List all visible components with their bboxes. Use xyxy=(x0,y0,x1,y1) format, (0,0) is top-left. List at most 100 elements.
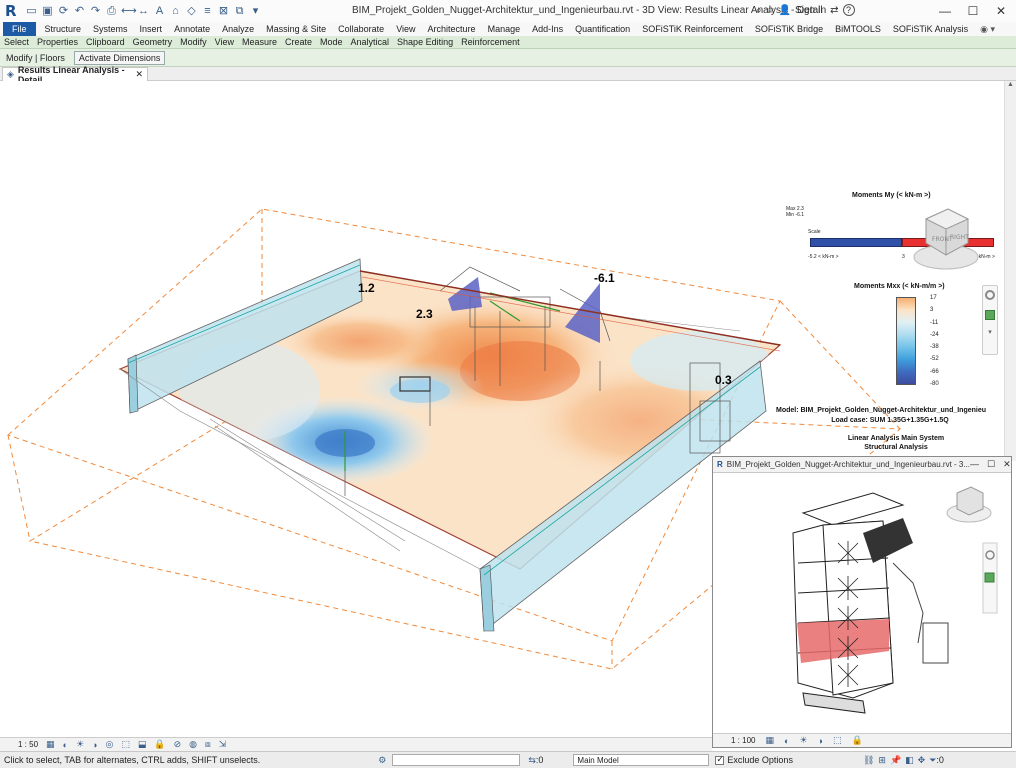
dimension-icon[interactable]: ↔ xyxy=(137,5,150,18)
tab-sofistik-bridge[interactable]: SOFiSTiK Bridge xyxy=(749,22,829,36)
ribbon-options-icon[interactable]: ◉ ▾ xyxy=(974,22,1001,36)
user-icon[interactable]: 👤 xyxy=(779,5,791,16)
view-cube[interactable]: FRONT RIGHT xyxy=(912,197,980,281)
exchange-icon[interactable]: ⇄ xyxy=(830,5,838,16)
tab-annotate[interactable]: Annotate xyxy=(168,22,216,36)
drag-elements-icon[interactable]: ✥ xyxy=(918,755,926,766)
close-tab-icon[interactable]: ✕ xyxy=(135,69,143,80)
lock-view-icon[interactable]: 🔒 xyxy=(154,739,165,750)
measure-icon[interactable]: ⟷ xyxy=(121,5,137,18)
tab-systems[interactable]: Systems xyxy=(87,22,134,36)
shadows-icon[interactable]: ◑ xyxy=(818,736,823,746)
sun-path-icon[interactable]: ☀ xyxy=(76,739,84,750)
inset-3d-view-window[interactable]: R BIM_Projekt_Golden_Nugget-Architektur_… xyxy=(712,456,1012,748)
panel-mode[interactable]: Mode xyxy=(316,36,347,49)
minimize-button[interactable]: — xyxy=(930,0,960,22)
select-underlay-icon[interactable]: ⊞ xyxy=(878,755,886,766)
editing-requests-icon[interactable]: ⇆ xyxy=(528,755,536,766)
redo-icon[interactable]: ↷ xyxy=(89,5,102,18)
highlight-displacement-icon[interactable]: ⇲ xyxy=(219,739,227,750)
reveal-hidden-icon[interactable]: ◍ xyxy=(189,739,197,750)
select-pinned-icon[interactable]: 📌 xyxy=(890,755,901,766)
undo-icon[interactable]: ↶ xyxy=(73,5,86,18)
detail-level-icon[interactable]: ▦ xyxy=(46,739,55,750)
inset-scale[interactable]: 1 : 100 xyxy=(731,736,755,745)
lock-icon[interactable]: 🔒 xyxy=(851,735,862,746)
show-crop-icon[interactable]: ⬓ xyxy=(138,739,147,750)
panel-reinforcement[interactable]: Reinforcement xyxy=(457,36,524,49)
select-by-face-icon[interactable]: ◧ xyxy=(905,755,914,766)
panel-measure[interactable]: Measure xyxy=(238,36,281,49)
view-scale[interactable]: 1 : 50 xyxy=(18,740,38,749)
inset-minimize-button[interactable]: — xyxy=(970,459,979,470)
inset-maximize-button[interactable]: ☐ xyxy=(987,459,995,470)
sign-in-button[interactable]: Sign In xyxy=(795,5,826,16)
sun-path-icon[interactable]: ☀ xyxy=(799,735,807,746)
analytical-model-icon[interactable]: ⧈ xyxy=(205,739,211,750)
panel-modify[interactable]: Modify xyxy=(176,36,211,49)
tab-structure[interactable]: Structure xyxy=(39,22,88,36)
tab-view[interactable]: View xyxy=(390,22,421,36)
panel-geometry[interactable]: Geometry xyxy=(129,36,177,49)
search-icon[interactable]: ⌕ xyxy=(756,5,762,16)
3d-view-icon[interactable]: ⌂ xyxy=(169,5,182,18)
close-hidden-icon[interactable]: ⊠ xyxy=(217,5,230,18)
tab-file[interactable]: File xyxy=(3,22,36,36)
zoom-icon[interactable] xyxy=(985,310,995,320)
section-icon[interactable]: ◇ xyxy=(185,5,198,18)
panel-create[interactable]: Create xyxy=(281,36,316,49)
tab-bimtools[interactable]: BiMTOOLS xyxy=(829,22,887,36)
switch-windows-icon[interactable]: ⧉ xyxy=(233,5,246,18)
select-links-icon[interactable]: ⛓ xyxy=(863,755,874,766)
view-tab-results-linear-analysis[interactable]: ◈ Results Linear Analysis - Detail ✕ xyxy=(2,65,148,85)
temporary-hide-icon[interactable]: ⊘ xyxy=(174,739,182,750)
inset-navigation-bar[interactable] xyxy=(982,542,998,614)
tab-architecture[interactable]: Architecture xyxy=(422,22,482,36)
inset-view-cube[interactable] xyxy=(946,486,992,523)
customize-qat-icon[interactable]: ▾ xyxy=(249,5,262,18)
render-icon[interactable]: ◎ xyxy=(105,739,113,750)
help-icon[interactable]: ? xyxy=(842,4,855,16)
panel-select[interactable]: Select xyxy=(0,36,33,49)
tab-quantification[interactable]: Quantification xyxy=(569,22,636,36)
close-window-button[interactable]: ✕ xyxy=(986,0,1016,22)
crop-icon[interactable]: ⬚ xyxy=(121,739,130,750)
visual-style-icon[interactable]: ◐ xyxy=(784,736,789,746)
maximize-button[interactable]: ☐ xyxy=(958,0,988,22)
navigation-bar[interactable]: ▾ xyxy=(982,285,998,355)
sync-icon[interactable]: ⟳ xyxy=(57,5,70,18)
panel-view[interactable]: View xyxy=(211,36,238,49)
visual-style-icon[interactable]: ◐ xyxy=(63,740,68,750)
inset-close-button[interactable]: ✕ xyxy=(1003,459,1011,470)
tab-insert[interactable]: Insert xyxy=(134,22,169,36)
tab-sofistik-analysis[interactable]: SOFiSTiK Analysis xyxy=(887,22,974,36)
filter-icon[interactable]: ⏷ xyxy=(929,755,936,766)
panel-shape-editing[interactable]: Shape Editing xyxy=(393,36,457,49)
vertical-scrollbar[interactable]: ▲ xyxy=(1004,81,1016,461)
print-icon[interactable]: ⎙ xyxy=(105,5,118,18)
workset-dropdown[interactable] xyxy=(392,754,521,766)
tab-manage[interactable]: Manage xyxy=(482,22,527,36)
scroll-up-icon[interactable]: ▲ xyxy=(1005,81,1016,88)
tab-analyze[interactable]: Analyze xyxy=(216,22,260,36)
activate-dimensions-button[interactable]: Activate Dimensions xyxy=(73,50,166,65)
open-icon[interactable]: ▭ xyxy=(25,5,38,18)
tab-massing-site[interactable]: Massing & Site xyxy=(260,22,332,36)
tab-sofistik-reinforcement[interactable]: SOFiSTiK Reinforcement xyxy=(636,22,749,36)
text-icon[interactable]: A xyxy=(153,5,166,18)
nav-dropdown-icon[interactable]: ▾ xyxy=(986,328,994,336)
save-icon[interactable]: ▣ xyxy=(41,5,54,18)
exclude-options-checkbox[interactable] xyxy=(715,754,725,765)
panel-analytical[interactable]: Analytical xyxy=(347,36,394,49)
shadows-icon[interactable]: ◑ xyxy=(92,740,97,750)
crop-icon[interactable]: ⬚ xyxy=(833,735,842,746)
panel-clipboard[interactable]: Clipboard xyxy=(82,36,129,49)
panel-properties[interactable]: Properties xyxy=(33,36,82,49)
thin-lines-icon[interactable]: ≡ xyxy=(201,5,214,18)
tab-collaborate[interactable]: Collaborate xyxy=(332,22,390,36)
revit-logo-icon[interactable]: R xyxy=(5,3,21,19)
worksets-icon[interactable]: ⚙ xyxy=(378,755,386,766)
favorites-icon[interactable]: ☆ xyxy=(766,5,775,16)
design-option-dropdown[interactable]: Main Model xyxy=(573,754,710,766)
steering-wheel-icon[interactable] xyxy=(985,290,995,300)
